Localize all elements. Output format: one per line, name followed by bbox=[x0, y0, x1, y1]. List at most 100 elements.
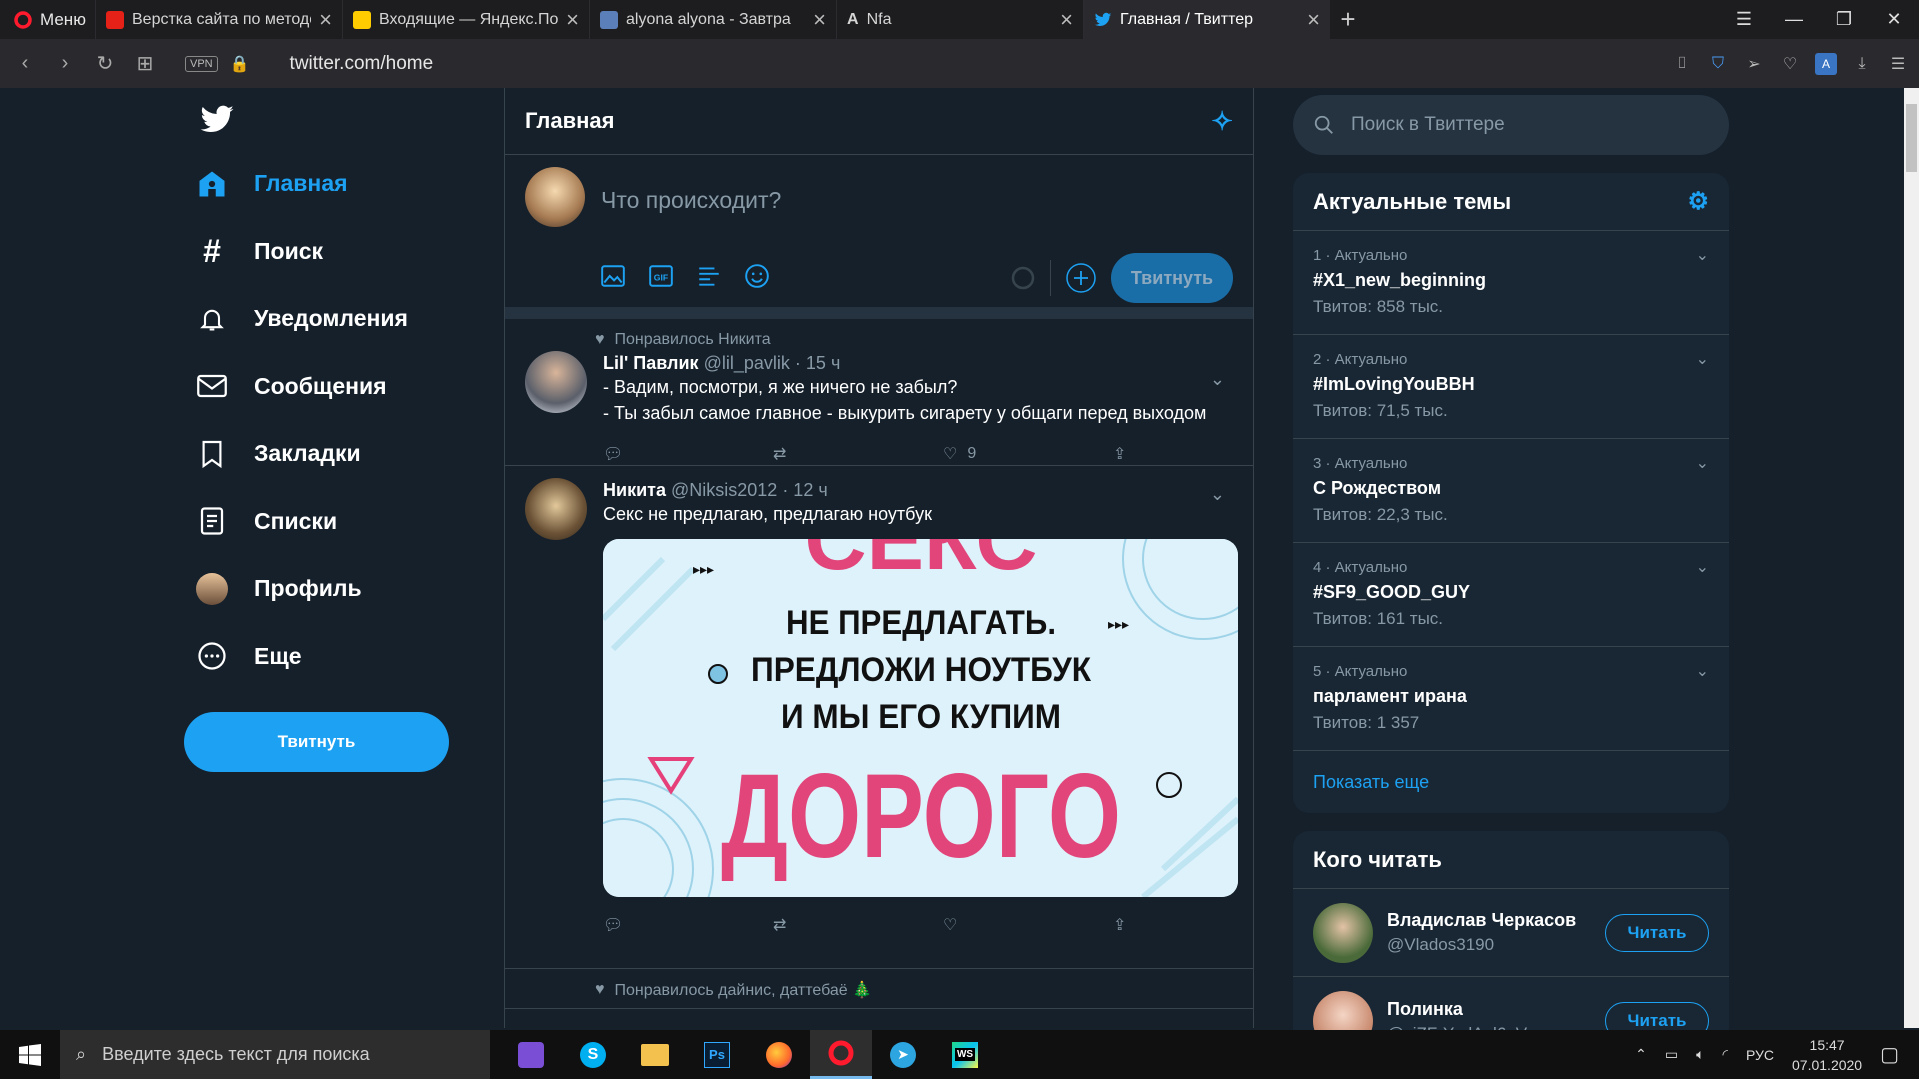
image-icon[interactable] bbox=[600, 263, 626, 289]
file-explorer-icon[interactable] bbox=[624, 1030, 686, 1079]
close-tab-icon[interactable]: × bbox=[1307, 8, 1320, 31]
taskbar-search-input[interactable]: ⌕ Введите здесь текст для поиска bbox=[60, 1030, 490, 1079]
chevron-down-icon[interactable]: ⌄ bbox=[1696, 661, 1709, 681]
share-icon[interactable]: ⇪ bbox=[1113, 915, 1253, 935]
restore-icon[interactable]: ❐ bbox=[1819, 0, 1869, 39]
language-indicator[interactable]: РУС bbox=[1746, 1047, 1774, 1063]
suggestion-name[interactable]: Полинка bbox=[1387, 999, 1537, 1020]
close-window-icon[interactable]: ✕ bbox=[1869, 0, 1919, 39]
emoji-icon[interactable] bbox=[744, 263, 770, 289]
retweet-icon[interactable]: ⇄ bbox=[773, 915, 943, 935]
battery-icon[interactable]: ▭ bbox=[1665, 1046, 1678, 1063]
close-tab-icon[interactable]: × bbox=[566, 8, 579, 31]
notifications-icon[interactable]: ▢ bbox=[1880, 1042, 1899, 1067]
author-avatar[interactable] bbox=[525, 478, 587, 540]
poll-icon[interactable] bbox=[696, 263, 722, 289]
firefox-icon[interactable] bbox=[748, 1030, 810, 1079]
windows-start-icon[interactable] bbox=[0, 1043, 60, 1066]
chevron-up-icon[interactable]: ⌃ bbox=[1635, 1046, 1647, 1063]
gif-icon[interactable]: GIF bbox=[648, 263, 674, 289]
search-input[interactable]: Поиск в Твиттере bbox=[1293, 95, 1729, 155]
author-handle[interactable]: @Niksis2012 bbox=[671, 480, 777, 500]
tweet-media-image[interactable]: ▸▸▸ ▸▸▸ СЕКС НЕ ПРЕДЛАГАТЬ. ПРЕДЛОЖИ НОУ… bbox=[603, 539, 1238, 897]
add-tweet-icon[interactable] bbox=[1065, 262, 1097, 294]
shield-icon[interactable]: ⛉ bbox=[1707, 53, 1729, 75]
tweet-time[interactable]: · 15 ч bbox=[795, 353, 840, 373]
chevron-down-icon[interactable]: ⌄ bbox=[1696, 349, 1709, 369]
send-icon[interactable]: ➢ bbox=[1743, 53, 1765, 75]
author-name[interactable]: Никита bbox=[603, 480, 666, 500]
close-tab-icon[interactable]: × bbox=[1060, 8, 1073, 31]
share-icon[interactable]: ⇪ bbox=[1113, 444, 1253, 464]
reply-icon[interactable]: 💬︎ bbox=[603, 444, 773, 464]
browser-tab[interactable]: Входящие — Яндекс.Почта × bbox=[342, 0, 589, 39]
chevron-down-icon[interactable]: ⌄ bbox=[1696, 453, 1709, 473]
opera-taskbar-icon[interactable] bbox=[810, 1030, 872, 1079]
heart-icon[interactable]: ♡ bbox=[1779, 53, 1801, 75]
nav-home[interactable]: Главная bbox=[196, 150, 504, 218]
nav-bookmarks[interactable]: Закладки bbox=[196, 420, 504, 488]
nav-more[interactable]: Еще bbox=[196, 623, 504, 691]
clock[interactable]: 15:47 07.01.2020 bbox=[1792, 1035, 1862, 1075]
translate-icon[interactable]: A bbox=[1815, 52, 1837, 75]
forward-icon[interactable]: › bbox=[45, 52, 85, 75]
nav-lists[interactable]: Списки bbox=[196, 488, 504, 556]
browser-tab-active[interactable]: Главная / Твиттер × bbox=[1083, 0, 1330, 39]
browser-tab[interactable]: Верстка сайта по методол × bbox=[95, 0, 342, 39]
url-field[interactable]: twitter.com/home bbox=[290, 53, 434, 75]
trend-item[interactable]: 2 · Актуально #ImLovingYouBBH Твитов: 71,5… bbox=[1293, 335, 1729, 439]
close-tab-icon[interactable]: × bbox=[813, 8, 826, 31]
show-more-link[interactable]: Показать еще bbox=[1293, 751, 1729, 813]
new-tab-button[interactable]: + bbox=[1330, 0, 1366, 39]
tab-menu-icon[interactable]: ☰ bbox=[1719, 0, 1769, 39]
chevron-down-icon[interactable]: ⌄ bbox=[1210, 369, 1225, 390]
camera-icon[interactable]: ⌷ bbox=[1671, 53, 1693, 75]
trend-item[interactable]: 4 · Актуально #SF9_GOOD_GUY Твитов: 161 ты… bbox=[1293, 543, 1729, 647]
follow-button[interactable]: Читать bbox=[1605, 913, 1709, 952]
trend-item[interactable]: 3 · Актуально С Рождеством Твитов: 22,3 ты… bbox=[1293, 439, 1729, 543]
speed-dial-icon[interactable]: ⊞ bbox=[125, 51, 165, 76]
browser-tab[interactable]: alyona alyona - Завтра × bbox=[589, 0, 836, 39]
chevron-down-icon[interactable]: ⌄ bbox=[1696, 245, 1709, 265]
browser-tab[interactable]: A Nfa × bbox=[836, 0, 1083, 39]
back-icon[interactable]: ‹ bbox=[5, 52, 45, 75]
wifi-icon[interactable]: ◜ bbox=[1723, 1046, 1728, 1063]
skype-icon[interactable]: S bbox=[562, 1030, 624, 1079]
webstorm-icon[interactable]: WS bbox=[934, 1030, 996, 1079]
author-avatar[interactable] bbox=[525, 351, 587, 413]
trend-item[interactable]: 1 · Актуально #X1_new_beginning Твитов: 85… bbox=[1293, 231, 1729, 335]
author-name[interactable]: Lil' Павлик bbox=[603, 353, 699, 373]
close-tab-icon[interactable]: × bbox=[319, 8, 332, 31]
suggestion-avatar[interactable] bbox=[1313, 902, 1373, 963]
nav-notifications[interactable]: Уведомления bbox=[196, 285, 504, 353]
nav-profile[interactable]: Профиль bbox=[196, 555, 504, 623]
vpn-badge[interactable]: VPN bbox=[185, 55, 218, 72]
photoshop-icon[interactable]: Ps bbox=[686, 1030, 748, 1079]
tweet[interactable]: Никита @Niksis2012 · 12 ч Секс не предла… bbox=[505, 466, 1253, 969]
minimize-icon[interactable]: — bbox=[1769, 0, 1819, 39]
trend-item[interactable]: 5 · Актуально парламент ирана Твитов: 1 35… bbox=[1293, 647, 1729, 751]
scrollbar-thumb[interactable] bbox=[1906, 104, 1917, 172]
chevron-down-icon[interactable]: ⌄ bbox=[1696, 557, 1709, 577]
follow-suggestion[interactable]: Владислав Черкасов @Vlados3190 Читать bbox=[1293, 889, 1729, 977]
tweet-button[interactable]: Твитнуть bbox=[184, 712, 449, 772]
twitter-logo-icon[interactable] bbox=[198, 102, 504, 142]
telegram-icon[interactable]: ➤ bbox=[872, 1030, 934, 1079]
suggestion-name[interactable]: Владислав Черкасов bbox=[1387, 910, 1576, 931]
download-icon[interactable]: ⤓ bbox=[1851, 53, 1873, 75]
like-button[interactable]: ♡ 9 bbox=[943, 444, 1113, 464]
opera-menu-button[interactable]: Меню bbox=[0, 0, 95, 39]
author-handle[interactable]: @lil_pavlik bbox=[704, 353, 790, 373]
volume-icon[interactable]: 🔈︎ bbox=[1696, 1046, 1704, 1063]
settings-gear-icon[interactable]: ⚙ bbox=[1687, 187, 1709, 216]
reload-icon[interactable]: ↻ bbox=[85, 51, 125, 76]
visual-studio-icon[interactable] bbox=[500, 1030, 562, 1079]
easy-setup-icon[interactable]: ☰ bbox=[1887, 53, 1909, 75]
heart-icon[interactable]: ♡ bbox=[943, 915, 1113, 935]
tweet[interactable]: ♥ Понравилось дайнис, даттебаё 🎄 bbox=[505, 969, 1253, 1009]
reply-icon[interactable]: 💬︎ bbox=[603, 915, 773, 935]
user-avatar[interactable] bbox=[525, 167, 585, 227]
nav-messages[interactable]: Сообщения bbox=[196, 353, 504, 421]
tweet[interactable]: ♥ Понравилось Никита Lil' Павлик @lil_pav… bbox=[505, 319, 1253, 466]
lock-icon[interactable]: 🔒 bbox=[230, 54, 250, 74]
